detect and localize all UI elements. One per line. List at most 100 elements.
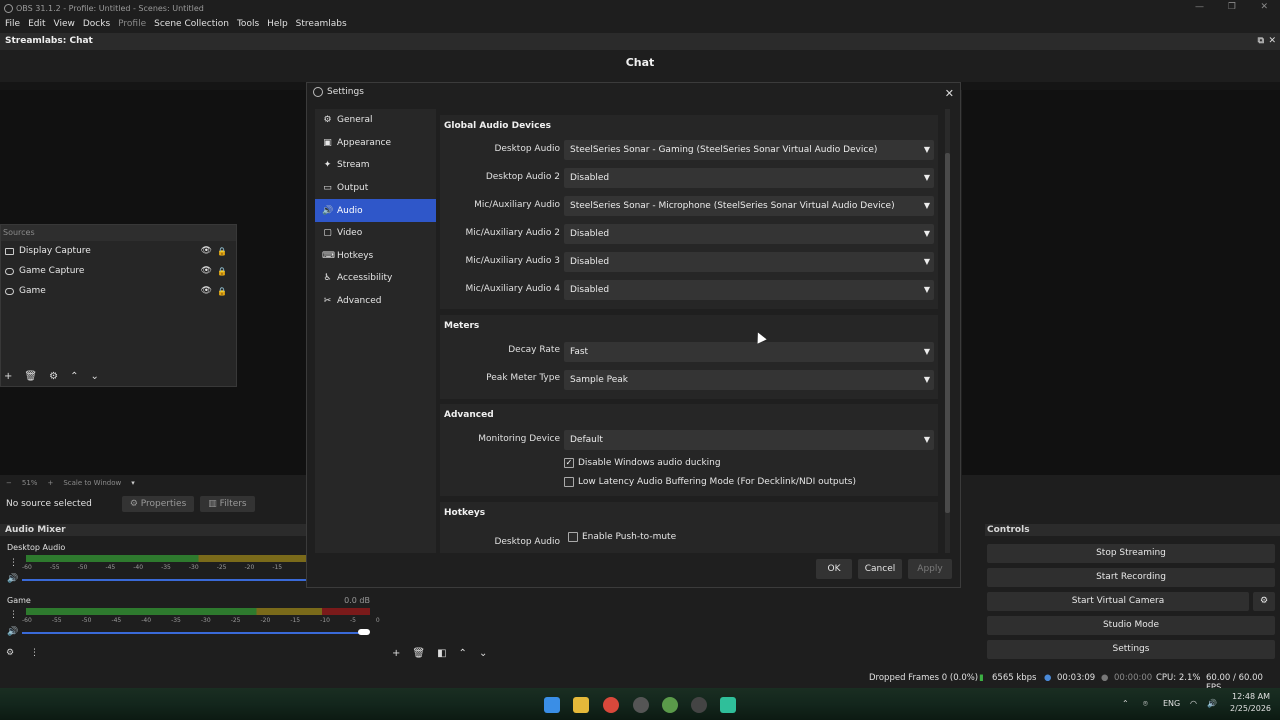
steam-icon[interactable] <box>633 697 649 713</box>
push-to-mute-checkbox[interactable]: Enable Push-to-mute <box>568 532 676 542</box>
volume-slider[interactable] <box>22 579 306 581</box>
move-up-icon[interactable]: ⌃ <box>70 371 78 382</box>
visibility-eye-icon[interactable]: 👁 <box>201 266 212 276</box>
zoom-out-icon[interactable]: − <box>6 479 12 487</box>
mixer-settings-icon[interactable]: ⚙ <box>6 648 14 658</box>
nav-advanced[interactable]: ✂ Advanced <box>315 290 436 313</box>
restore-icon[interactable]: ❐ <box>1228 2 1236 12</box>
obs-icon[interactable] <box>691 697 707 713</box>
volume-icon[interactable]: 🔊 <box>1207 699 1217 708</box>
virtual-camera-settings-button[interactable]: ⚙ <box>1253 592 1275 611</box>
checkbox-icon <box>564 477 574 487</box>
scrollbar-thumb[interactable] <box>945 153 950 513</box>
move-down-icon[interactable]: ⌄ <box>479 648 487 659</box>
minimize-icon[interactable]: — <box>1195 2 1204 12</box>
menu-tools[interactable]: Tools <box>237 19 259 29</box>
source-label: Game Capture <box>19 266 85 276</box>
chevron-down-icon[interactable]: ▾ <box>131 479 135 487</box>
delete-scene-icon[interactable]: 🗑 <box>412 648 425 659</box>
menu-help[interactable]: Help <box>267 19 288 29</box>
nav-output[interactable]: ▭ Output <box>315 177 436 200</box>
apply-button[interactable]: Apply <box>908 559 952 579</box>
streamlabs-icon[interactable] <box>720 697 736 713</box>
network-icon[interactable]: ⌾ <box>1143 699 1148 709</box>
language-indicator[interactable]: ENG <box>1163 699 1180 708</box>
ok-button[interactable]: OK <box>816 559 852 579</box>
close-icon[interactable]: ✕ <box>945 85 954 103</box>
chrome-icon[interactable] <box>603 697 619 713</box>
scene-filter-icon[interactable]: ◧ <box>437 648 446 659</box>
mic-audio-4-select[interactable]: Disabled ▼ <box>564 280 934 300</box>
menu-view[interactable]: View <box>54 19 75 29</box>
monitoring-device-select[interactable]: Default ▼ <box>564 430 934 450</box>
nav-accessibility[interactable]: ♿ Accessibility <box>315 267 436 290</box>
source-item[interactable]: Game 👁 🔒 <box>1 281 236 301</box>
close-dock-icon[interactable]: ✕ <box>1268 33 1276 50</box>
settings-button[interactable]: Settings <box>987 640 1275 659</box>
clock-date[interactable]: 2/25/2026 <box>1230 704 1271 713</box>
undock-icon[interactable]: ⧉ <box>1258 33 1264 50</box>
slider-handle[interactable] <box>358 629 370 635</box>
mixer-menu-icon[interactable]: ⋮ <box>30 648 39 658</box>
tray-chevron-icon[interactable]: ⌃ <box>1122 699 1129 708</box>
filters-button[interactable]: ▥ Filters <box>200 496 255 512</box>
menu-file[interactable]: File <box>5 19 20 29</box>
stop-streaming-button[interactable]: Stop Streaming <box>987 544 1275 563</box>
browser-icon[interactable] <box>662 697 678 713</box>
visibility-eye-icon[interactable]: 👁 <box>201 286 212 296</box>
nav-audio[interactable]: 🔊 Audio <box>315 199 436 222</box>
studio-mode-button[interactable]: Studio Mode <box>987 616 1275 635</box>
desktop-audio-2-select[interactable]: Disabled ▼ <box>564 168 934 188</box>
decay-rate-select[interactable]: Fast ▼ <box>564 342 934 362</box>
start-recording-button[interactable]: Start Recording <box>987 568 1275 587</box>
zoom-in-icon[interactable]: + <box>47 479 53 487</box>
source-item[interactable]: Display Capture 👁 🔒 <box>1 241 236 261</box>
source-settings-icon[interactable]: ⚙ <box>49 371 58 382</box>
chevron-down-icon: ▼ <box>923 173 930 182</box>
nav-appearance[interactable]: ▣ Appearance <box>315 132 436 155</box>
move-down-icon[interactable]: ⌄ <box>90 371 98 382</box>
source-item[interactable]: Game Capture 👁 🔒 <box>1 261 236 281</box>
nav-hotkeys[interactable]: ⌨ Hotkeys <box>315 245 436 268</box>
speaker-icon[interactable]: 🔊 <box>7 574 18 584</box>
lock-icon[interactable]: 🔒 <box>217 247 227 256</box>
speaker-icon[interactable]: 🔊 <box>7 627 18 637</box>
cancel-button[interactable]: Cancel <box>858 559 902 579</box>
low-latency-checkbox[interactable]: Low Latency Audio Buffering Mode (For De… <box>564 477 856 487</box>
visibility-eye-icon[interactable]: 👁 <box>201 246 212 256</box>
clock-time[interactable]: 12:48 AM <box>1232 692 1270 701</box>
peak-meter-select[interactable]: Sample Peak ▼ <box>564 370 934 390</box>
move-up-icon[interactable]: ⌃ <box>459 648 467 659</box>
disable-ducking-checkbox[interactable]: ✓ Disable Windows audio ducking <box>564 458 721 468</box>
add-scene-icon[interactable]: + <box>392 648 400 659</box>
menu-docks[interactable]: Docks <box>83 19 110 29</box>
menu-scene-collection[interactable]: Scene Collection <box>154 19 229 29</box>
scale-mode-select[interactable]: Scale to Window <box>63 479 121 487</box>
sources-header: Sources <box>1 225 236 241</box>
mic-audio-3-select[interactable]: Disabled ▼ <box>564 252 934 272</box>
delete-source-icon[interactable]: 🗑 <box>24 371 37 382</box>
lock-icon[interactable]: 🔒 <box>217 287 227 296</box>
wifi-icon[interactable]: ◠ <box>1190 699 1197 708</box>
nav-video[interactable]: ▢ Video <box>315 222 436 245</box>
file-explorer-icon[interactable] <box>573 697 589 713</box>
preview-right[interactable] <box>962 90 1280 475</box>
desktop-audio-select[interactable]: SteelSeries Sonar - Gaming (SteelSeries … <box>564 140 934 160</box>
add-source-icon[interactable]: + <box>4 371 12 382</box>
properties-button[interactable]: ⚙ Properties <box>121 496 195 512</box>
lock-icon[interactable]: 🔒 <box>217 267 227 276</box>
settings-scrollbar[interactable] <box>945 109 950 553</box>
mic-audio-select[interactable]: SteelSeries Sonar - Microphone (SteelSer… <box>564 196 934 216</box>
menu-profile[interactable]: Profile <box>118 19 146 29</box>
track-menu-icon[interactable]: ⋮ <box>9 610 18 620</box>
nav-general[interactable]: ⚙ General <box>315 109 436 132</box>
close-window-icon[interactable]: ✕ <box>1260 2 1268 12</box>
windows-start-icon[interactable] <box>544 697 560 713</box>
menu-streamlabs[interactable]: Streamlabs <box>296 19 347 29</box>
start-virtual-camera-button[interactable]: Start Virtual Camera <box>987 592 1249 611</box>
menu-edit[interactable]: Edit <box>28 19 45 29</box>
mic-audio-2-select[interactable]: Disabled ▼ <box>564 224 934 244</box>
track-menu-icon[interactable]: ⋮ <box>9 558 18 568</box>
nav-stream[interactable]: ✦ Stream <box>315 154 436 177</box>
volume-slider[interactable] <box>22 632 362 634</box>
